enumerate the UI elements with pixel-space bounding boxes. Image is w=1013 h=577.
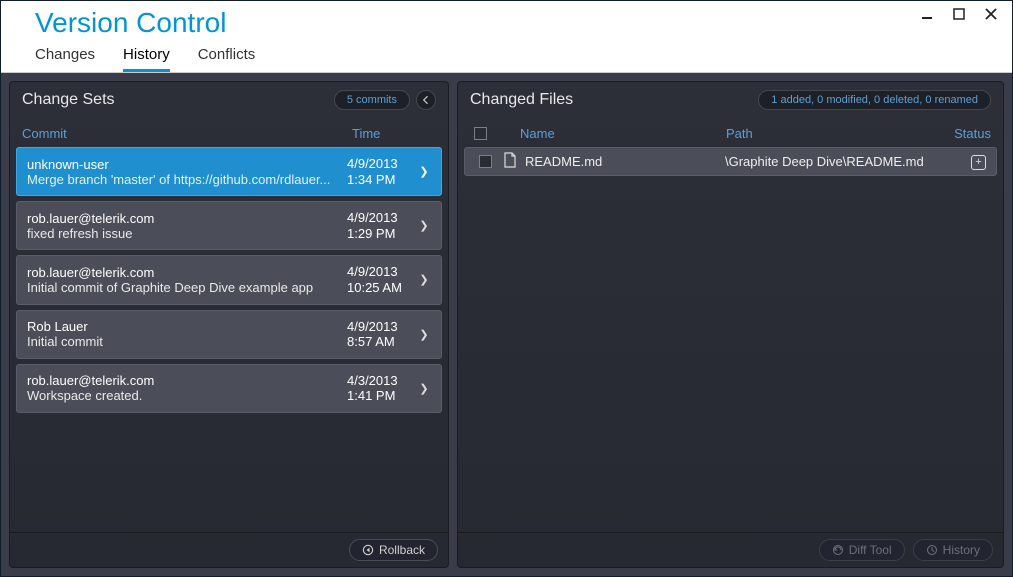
status-added-icon: + [971,155,986,170]
commit-count-badge: 5 commits [334,90,410,110]
close-button[interactable] [984,7,998,21]
commit-list: unknown-user Merge branch 'master' of ht… [10,147,448,532]
window-controls [920,1,1012,21]
file-icon [503,152,517,168]
changed-files-panel: Changed Files 1 added, 0 modified, 0 del… [457,81,1004,568]
commit-row[interactable]: Rob Lauer Initial commit 4/9/2013 8:57 A… [16,310,442,359]
commit-date: 4/9/2013 [347,264,417,280]
chevron-right-icon: ❯ [417,328,431,341]
commit-message: Workspace created. [27,388,347,403]
commit-row[interactable]: unknown-user Merge branch 'master' of ht… [16,147,442,196]
changed-files-title: Changed Files [470,91,573,109]
commit-date: 4/9/2013 [347,210,417,226]
history-button[interactable]: History [913,539,993,561]
commit-message: Merge branch 'master' of https://github.… [27,172,347,187]
commit-author: unknown-user [27,157,347,172]
rollback-icon [362,544,374,556]
commit-date: 4/3/2013 [347,373,417,389]
commit-row[interactable]: rob.lauer@telerik.com Initial commit of … [16,255,442,304]
main-tabs: Changes History Conflicts [1,46,255,72]
changed-files-header: Changed Files 1 added, 0 modified, 0 del… [458,82,1003,118]
change-sets-panel: Change Sets 5 commits Commit Time unknow… [9,81,449,568]
app-title: Version Control [1,1,226,39]
commit-author: Rob Lauer [27,319,347,334]
maximize-button[interactable] [952,7,966,21]
chevron-right-icon: ❯ [417,273,431,286]
tab-history[interactable]: History [123,46,170,72]
commit-author: rob.lauer@telerik.com [27,373,347,388]
diff-tool-button[interactable]: Diff Tool [819,539,905,561]
commit-time: 1:34 PM [347,172,417,188]
file-row[interactable]: README.md \Graphite Deep Dive\README.md … [464,147,997,176]
column-header-name: Name [520,126,726,141]
file-checkbox[interactable] [479,155,492,168]
column-header-time: Time [352,126,436,141]
minimize-button[interactable] [920,7,934,21]
commit-date: 4/9/2013 [347,319,417,335]
chevron-right-icon: ❯ [417,219,431,232]
tab-conflicts[interactable]: Conflicts [198,46,256,72]
column-header-commit: Commit [22,126,352,141]
commit-message: fixed refresh issue [27,226,347,241]
minimize-icon [921,8,933,20]
commit-time: 1:41 PM [347,388,417,404]
change-sets-title: Change Sets [22,91,115,109]
commit-author: rob.lauer@telerik.com [27,211,347,226]
tab-changes[interactable]: Changes [35,46,95,72]
commit-time: 10:25 AM [347,280,417,296]
change-sets-column-headers: Commit Time [10,118,448,147]
commit-message: Initial commit of Graphite Deep Dive exa… [27,280,347,295]
close-icon [985,8,997,20]
changed-files-list: README.md \Graphite Deep Dive\README.md … [458,147,1003,532]
file-name: README.md [525,154,725,169]
column-header-path: Path [726,126,941,141]
select-all-checkbox[interactable] [474,127,487,140]
commit-time: 1:29 PM [347,226,417,242]
commit-row[interactable]: rob.lauer@telerik.com Workspace created.… [16,364,442,413]
change-sets-header: Change Sets 5 commits [10,82,448,118]
commit-time: 8:57 AM [347,334,417,350]
changed-files-column-headers: Name Path Status [458,118,1003,147]
changed-files-summary: 1 added, 0 modified, 0 deleted, 0 rename… [758,90,991,110]
rollback-button[interactable]: Rollback [349,539,438,561]
app-window: Version Control Changes History Conflict… [0,0,1013,577]
chevron-right-icon: ❯ [417,382,431,395]
collapse-panel-button[interactable] [416,90,436,110]
maximize-icon [953,8,965,20]
diff-icon [832,544,844,556]
change-sets-footer: Rollback [10,532,448,567]
commit-message: Initial commit [27,334,347,349]
chevron-right-icon: ❯ [417,165,431,178]
changed-files-footer: Diff Tool History [458,532,1003,567]
column-header-status: Status [941,126,991,141]
chevron-left-icon [423,96,429,104]
commit-row[interactable]: rob.lauer@telerik.com fixed refresh issu… [16,201,442,250]
file-path: \Graphite Deep Dive\README.md [725,154,946,169]
commit-author: rob.lauer@telerik.com [27,265,347,280]
commit-date: 4/9/2013 [347,156,417,172]
titlebar: Version Control Changes History Conflict… [1,1,1012,73]
history-icon [926,544,938,556]
content-area: Change Sets 5 commits Commit Time unknow… [1,73,1012,576]
